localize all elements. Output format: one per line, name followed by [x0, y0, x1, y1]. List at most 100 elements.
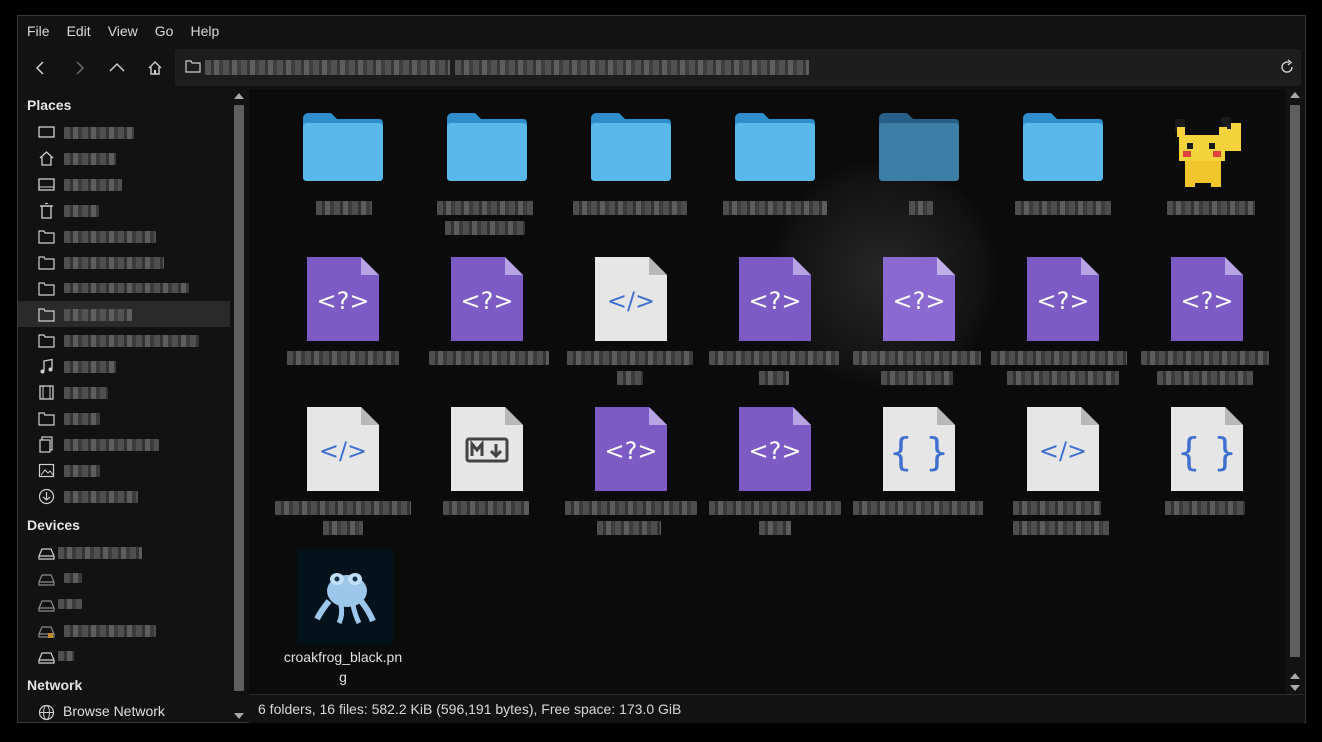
location-bar[interactable] — [175, 49, 1301, 86]
php-file-item[interactable]: <?> — [559, 399, 703, 549]
svg-text:</>: </> — [1039, 437, 1087, 465]
up-button[interactable] — [100, 51, 134, 85]
folder-icon — [1023, 113, 1103, 181]
php-file-icon: <?> — [1027, 257, 1099, 341]
chevron-up-icon — [109, 62, 125, 72]
scroll-up-icon[interactable] — [1290, 673, 1300, 679]
folder-icon — [38, 256, 55, 270]
php-file-item[interactable]: <?> — [991, 249, 1135, 399]
sidebar-item-folder[interactable] — [18, 249, 230, 275]
svg-text:</>: </> — [319, 437, 367, 465]
html-file-item[interactable]: </> — [271, 399, 415, 549]
folder-item[interactable] — [991, 99, 1135, 249]
folder-item[interactable] — [703, 99, 847, 249]
documents-icon — [39, 436, 53, 453]
drive-icon — [38, 600, 55, 612]
svg-text:<?>: <?> — [461, 287, 514, 315]
php-file-item[interactable]: <?> — [703, 249, 847, 399]
php-file-item[interactable]: <?> — [271, 249, 415, 399]
monitor-icon — [38, 126, 55, 138]
json-file-icon: { } — [1171, 407, 1243, 491]
sidebar-item-encrypted-drive[interactable] — [18, 617, 230, 643]
reload-icon[interactable] — [1279, 59, 1295, 75]
json-file-item[interactable]: { } — [1135, 399, 1279, 549]
svg-text:{ }: { } — [1177, 430, 1237, 474]
markdown-file-item[interactable] — [415, 399, 559, 549]
sidebar-item-videos[interactable] — [18, 379, 230, 405]
menu-file[interactable]: File — [18, 16, 58, 46]
locked-drive-icon — [38, 626, 55, 638]
folder-icon — [38, 282, 55, 296]
html-file-icon: </> — [595, 257, 667, 341]
menu-help[interactable]: Help — [181, 16, 227, 46]
scroll-down-icon[interactable] — [1290, 685, 1300, 691]
php-file-item[interactable]: <?> — [1135, 249, 1279, 399]
path-segment[interactable] — [455, 60, 809, 75]
scroll-up-icon[interactable] — [1290, 92, 1300, 98]
scroll-up-icon[interactable] — [234, 93, 244, 99]
svg-text:<?>: <?> — [605, 437, 658, 465]
toolbar — [18, 49, 1305, 87]
path-segment[interactable] — [205, 60, 450, 75]
sidebar-item-downloads[interactable] — [18, 483, 230, 509]
desktop-icon — [38, 178, 55, 191]
download-icon — [38, 488, 55, 505]
sidebar: Places Devices Network Browse Network — [18, 89, 230, 722]
menu-go[interactable]: Go — [146, 16, 182, 46]
forward-button[interactable] — [62, 51, 96, 85]
sidebar-item-drive[interactable] — [18, 539, 230, 565]
sidebar-item-computer[interactable] — [18, 119, 230, 145]
folder-icon — [447, 113, 527, 181]
php-file-item[interactable]: <?> — [415, 249, 559, 399]
sidebar-item-drive[interactable] — [18, 565, 230, 591]
sidebar-item-home[interactable] — [18, 145, 230, 171]
menu-view[interactable]: View — [99, 16, 146, 46]
html-file-item[interactable]: </> — [559, 249, 703, 399]
sidebar-item-music[interactable] — [18, 353, 230, 379]
folder-icon — [38, 412, 55, 426]
sidebar-item-drive[interactable] — [18, 591, 230, 617]
sidebar-item-drive[interactable] — [18, 643, 230, 669]
drive-icon — [38, 548, 55, 560]
folder-icon — [303, 113, 383, 181]
folder-item[interactable] — [847, 99, 991, 249]
folder-icon — [591, 113, 671, 181]
home-button[interactable] — [138, 51, 172, 85]
json-file-item[interactable]: { } — [847, 399, 991, 549]
film-icon — [39, 385, 54, 400]
sidebar-item-browse-network[interactable]: Browse Network — [18, 699, 230, 725]
scrollbar-thumb[interactable] — [234, 105, 244, 691]
sidebar-item-trash[interactable] — [18, 197, 230, 223]
sidebar-item-desktop[interactable] — [18, 171, 230, 197]
sidebar-item-documents[interactable] — [18, 431, 230, 457]
html-file-item[interactable]: </> — [991, 399, 1135, 549]
svg-text:<?>: <?> — [893, 287, 946, 315]
svg-text:</>: </> — [607, 287, 655, 315]
sidebar-item-folder[interactable] — [18, 223, 230, 249]
file-view[interactable]: <?> <?> </> <?> <?> <?> <?> </> <?> <?> … — [249, 89, 1285, 694]
php-file-icon: <?> — [739, 407, 811, 491]
devices-title: Devices — [27, 517, 80, 533]
folder-item[interactable] — [415, 99, 559, 249]
folder-item[interactable] — [559, 99, 703, 249]
file-manager-window: File Edit View Go Help Places Devices Ne… — [17, 15, 1306, 723]
sidebar-item-current-folder[interactable] — [18, 301, 230, 327]
back-button[interactable] — [24, 51, 58, 85]
sidebar-item-folder[interactable] — [18, 405, 230, 431]
image-file-item[interactable]: croakfrog_black.pn g — [271, 549, 415, 694]
menu-edit[interactable]: Edit — [58, 16, 99, 46]
sidebar-item-folder[interactable] — [18, 327, 230, 353]
php-file-icon: <?> — [307, 257, 379, 341]
chevron-right-icon — [76, 61, 85, 75]
sidebar-scrollbar[interactable] — [231, 89, 247, 722]
folder-icon — [879, 113, 959, 181]
sidebar-item-pictures[interactable] — [18, 457, 230, 483]
php-file-item[interactable]: <?> — [703, 399, 847, 549]
folder-item[interactable] — [271, 99, 415, 249]
main-scrollbar[interactable] — [1288, 89, 1304, 694]
sidebar-item-folder[interactable] — [18, 275, 230, 301]
php-file-item[interactable]: <?> — [847, 249, 991, 399]
scrollbar-thumb[interactable] — [1290, 105, 1300, 657]
scroll-down-icon[interactable] — [234, 713, 244, 719]
image-file-item[interactable] — [1135, 99, 1279, 249]
